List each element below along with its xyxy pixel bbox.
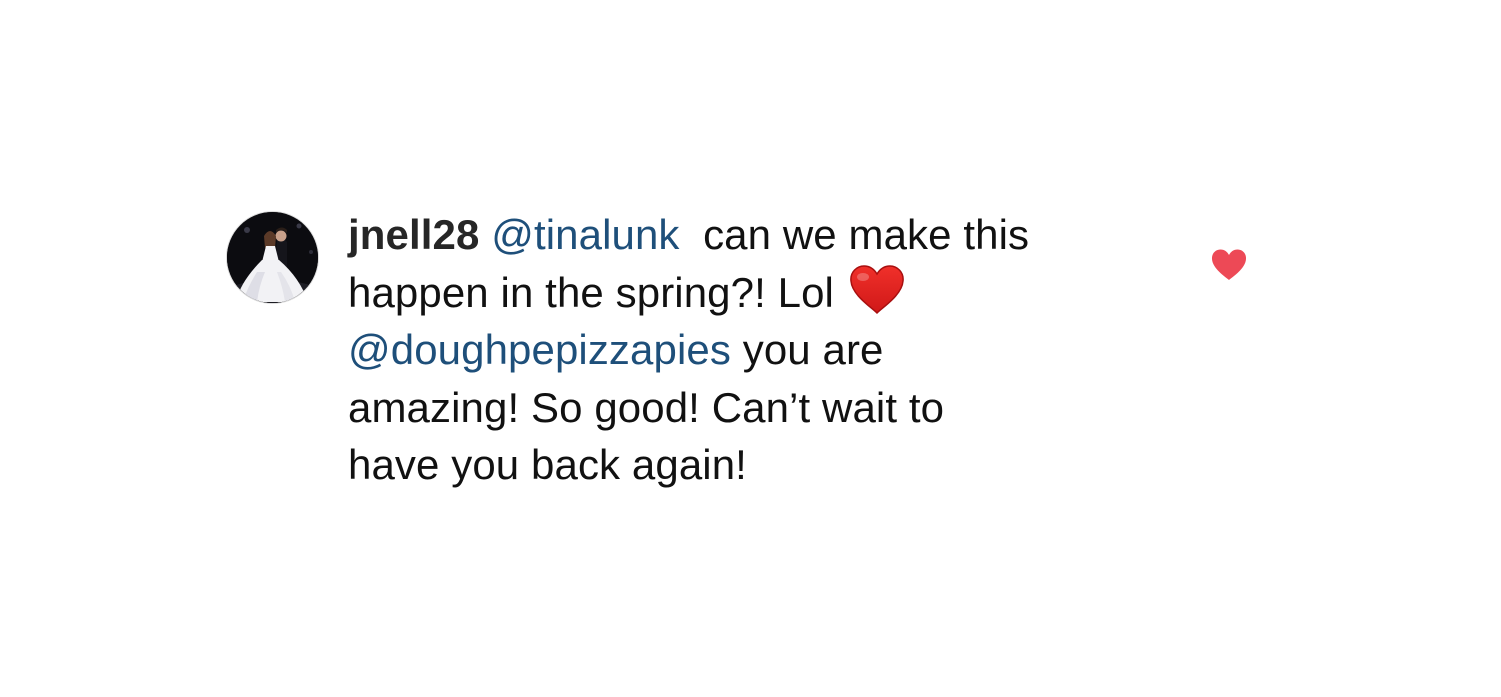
comment-line-4: amazing! So good! Can’t wait to <box>348 379 1148 437</box>
comment-username[interactable]: jnell28 <box>348 211 479 258</box>
comment-text-segment: have you back again! <box>348 441 747 488</box>
comment-body: jnell28 @tinalunk can we make this happe… <box>348 206 1148 494</box>
mention-link-tinalunk[interactable]: @tinalunk <box>491 211 679 258</box>
heart-icon <box>1211 249 1247 280</box>
mention-link-doughpepizzapies[interactable]: @doughpepizzapies <box>348 326 731 373</box>
avatar[interactable] <box>226 211 319 304</box>
comment-line-1: jnell28 @tinalunk can we make this <box>348 206 1148 264</box>
comment-text-segment: you are <box>730 326 884 373</box>
red-heart-emoji-icon <box>848 264 906 315</box>
comment-line-5: have you back again! <box>348 436 1148 494</box>
comment-text-segment: amazing! So good! Can’t wait to <box>348 383 945 431</box>
like-button[interactable] <box>1210 247 1248 283</box>
comment-text-segment: happen in the spring?! Lol <box>348 268 846 316</box>
comment-line-2: happen in the spring?! Lol <box>348 264 1148 322</box>
comment-text-segment: can we make this <box>679 211 1030 258</box>
avatar-photo <box>227 212 318 303</box>
comment-row: jnell28 @tinalunk can we make this happe… <box>0 0 1501 697</box>
comment-line-3: @doughpepizzapies you are <box>348 321 1148 379</box>
